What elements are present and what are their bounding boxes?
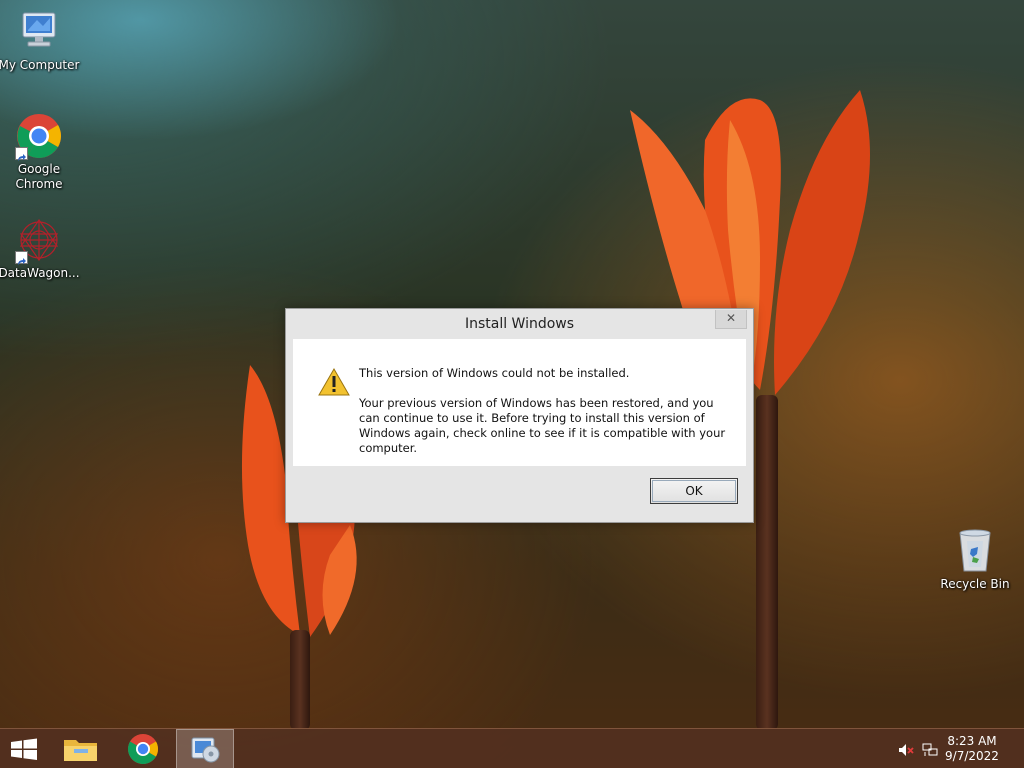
dialog-titlebar[interactable]: Install Windows ✕ xyxy=(286,309,753,339)
desktop-icon-label: DataWagon... xyxy=(0,266,80,280)
clock-date: 9/7/2022 xyxy=(945,749,999,763)
wallpaper-stem-right xyxy=(756,395,778,730)
warning-icon xyxy=(318,367,350,396)
dialog-content: This version of Windows could not be ins… xyxy=(293,339,746,466)
clock-time: 8:23 AM xyxy=(947,734,997,748)
taskbar: 8:23 AM 9/7/2022 xyxy=(0,728,1024,768)
desktop-icon-google-chrome[interactable]: Google Chrome xyxy=(0,112,81,192)
desktop-icon-label: Recycle Bin xyxy=(940,577,1010,591)
shortcut-arrow-icon xyxy=(15,147,28,161)
taskbar-chrome[interactable] xyxy=(114,729,172,768)
install-windows-dialog: Install Windows ✕ This version of Window… xyxy=(285,308,754,523)
desktop-icon-label: My Computer xyxy=(0,58,80,72)
computer-icon xyxy=(15,8,63,56)
datawagon-icon xyxy=(15,216,63,265)
start-button[interactable] xyxy=(0,729,58,768)
windows-setup-icon xyxy=(191,737,220,763)
dialog-title: Install Windows xyxy=(464,316,575,332)
start-icon xyxy=(11,738,37,760)
tray-clock[interactable]: 8:23 AM 9/7/2022 xyxy=(942,734,1002,764)
recycle-bin-icon xyxy=(951,527,999,575)
chrome-icon xyxy=(127,734,159,765)
chrome-icon xyxy=(15,112,63,161)
file-explorer-icon xyxy=(64,740,97,761)
wallpaper-stem-left xyxy=(290,630,310,730)
dialog-close-button[interactable]: ✕ xyxy=(715,310,747,329)
shortcut-arrow-icon xyxy=(15,251,28,265)
desktop-icon-datawagon[interactable]: DataWagon... xyxy=(0,216,81,281)
desktop-icon-label: Google Chrome xyxy=(15,162,63,191)
dialog-detail: Your previous version of Windows has bee… xyxy=(359,396,726,455)
network-icon[interactable] xyxy=(922,742,938,756)
ok-button[interactable]: OK xyxy=(650,478,738,504)
taskbar-windows-setup[interactable] xyxy=(176,729,234,768)
dialog-message: This version of Windows could not be ins… xyxy=(359,366,630,380)
desktop-icon-my-computer[interactable]: My Computer xyxy=(0,8,81,73)
volume-muted-icon[interactable] xyxy=(898,742,914,756)
dialog-footer: OK xyxy=(293,466,746,516)
taskbar-file-explorer[interactable] xyxy=(52,729,110,768)
desktop-icon-recycle-bin[interactable]: Recycle Bin xyxy=(933,527,1017,592)
